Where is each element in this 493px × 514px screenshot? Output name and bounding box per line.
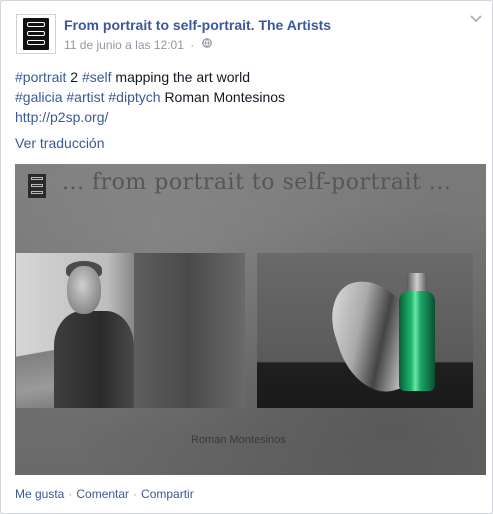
share-button[interactable]: Compartir — [141, 487, 194, 501]
see-translation-link[interactable]: Ver traducción — [15, 135, 105, 151]
p2sp-logo — [23, 18, 49, 50]
portrait-panel — [16, 253, 245, 408]
photo-caption: Roman Montesinos — [191, 434, 286, 446]
photo-logo — [28, 174, 46, 198]
hashtag-self[interactable]: #self — [82, 69, 112, 85]
post-actions: Me gusta · Comentar · Compartir — [15, 487, 194, 501]
like-button[interactable]: Me gusta — [15, 487, 64, 501]
post-card: From portrait to self-portrait. The Arti… — [0, 0, 493, 514]
hashtag-diptych[interactable]: #diptych — [108, 89, 160, 105]
photo-heading: ... from portrait to self-portrait ... — [62, 170, 452, 195]
post-timestamp[interactable]: 11 de junio a las 12:01 — [64, 38, 184, 52]
hashtag-galicia[interactable]: #galicia — [15, 89, 62, 105]
globe-icon — [201, 38, 212, 51]
post-text-line-2: #galicia #artist #diptych Roman Montesin… — [15, 89, 286, 105]
post-meta: 11 de junio a las 12:01 · — [64, 38, 212, 52]
hashtag-artist[interactable]: #artist — [66, 89, 104, 105]
comment-button[interactable]: Comentar — [76, 487, 129, 501]
hashtag-portrait[interactable]: #portrait — [15, 69, 66, 85]
page-avatar[interactable] — [16, 14, 56, 54]
post-text-line-1: #portrait 2 #self mapping the art world — [15, 69, 251, 85]
page-name-link[interactable]: From portrait to self-portrait. The Arti… — [64, 17, 331, 33]
post-photo[interactable]: ... from portrait to self-portrait ... R… — [15, 164, 486, 475]
website-link[interactable]: http://p2sp.org/ — [15, 109, 108, 125]
post-text: #portrait 2 #self mapping the art world … — [15, 67, 475, 127]
still-life-panel — [257, 253, 473, 408]
chevron-down-icon[interactable] — [469, 13, 483, 25]
